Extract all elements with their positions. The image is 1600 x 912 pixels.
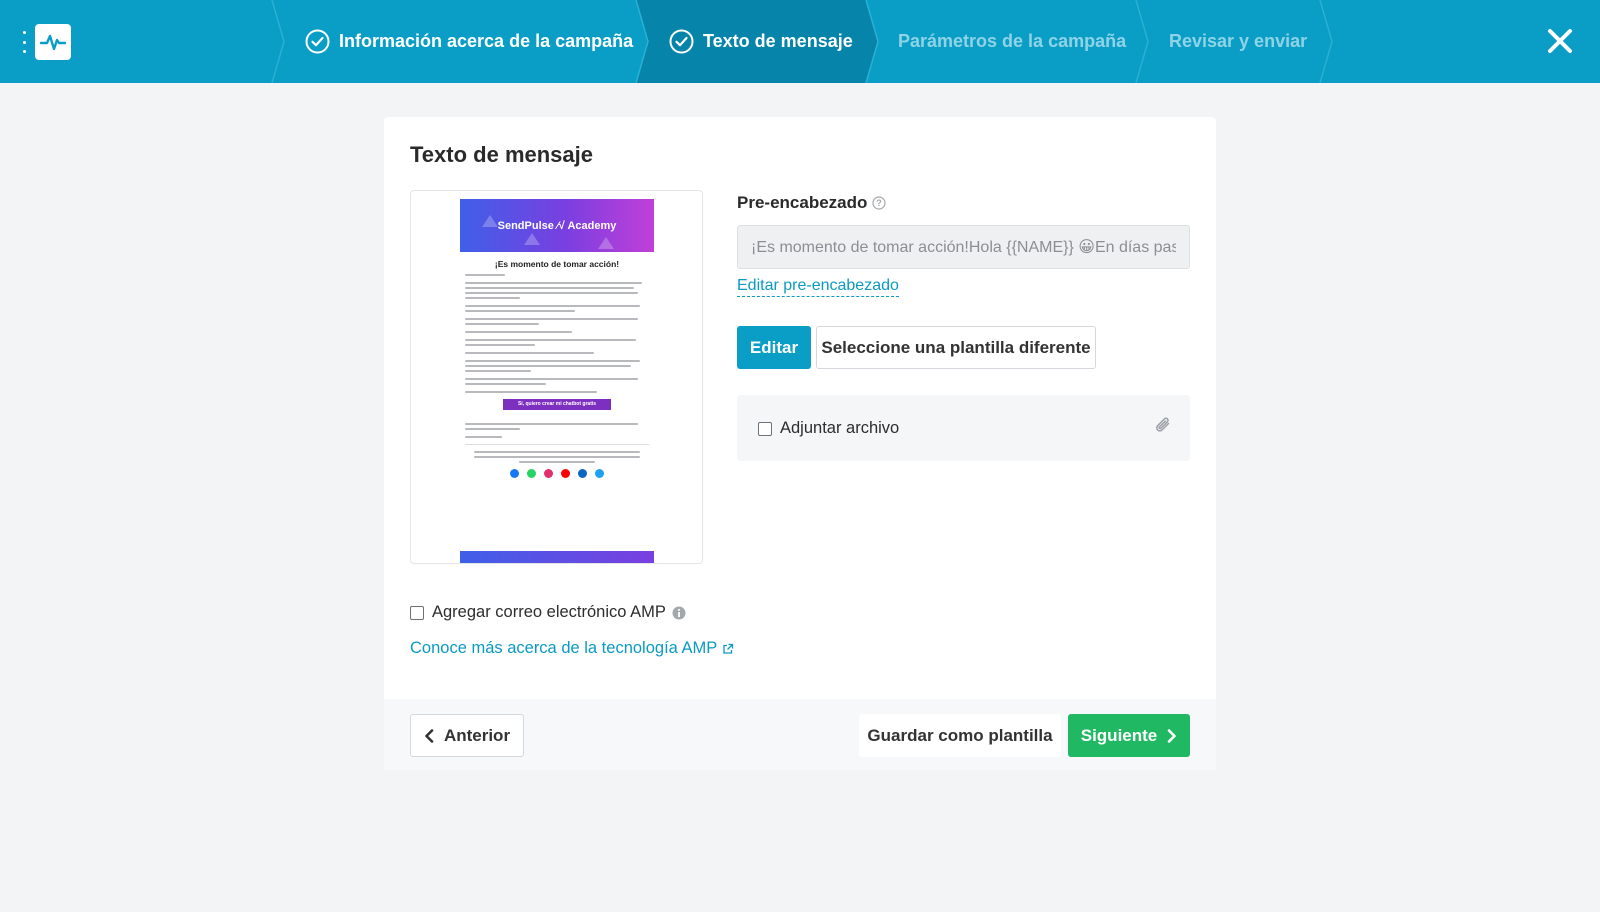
check-circle-icon: [305, 29, 330, 54]
chevron-left-icon: [425, 728, 434, 743]
preview-body-text: [460, 269, 654, 393]
preheader-label-text: Pre-encabezado: [737, 193, 868, 212]
attachment-option[interactable]: Adjuntar archivo: [758, 419, 899, 438]
amp-checkbox[interactable]: [410, 605, 424, 620]
pulse-logo-icon: [40, 34, 66, 51]
step-review-send[interactable]: Revisar y enviar: [1169, 0, 1307, 83]
app-logo[interactable]: [35, 24, 71, 60]
next-button[interactable]: Siguiente: [1068, 714, 1190, 757]
message-card: Texto de mensaje SendPulse ⁄√ Academy ¡E…: [384, 117, 1216, 770]
check-circle-icon: [669, 29, 694, 54]
help-icon[interactable]: ?: [872, 196, 886, 210]
attachment-panel: Adjuntar archivo: [737, 395, 1190, 461]
preview-cta-button: Sí, quiero crear mi chatbot gratis: [503, 399, 611, 410]
amp-option[interactable]: Agregar correo electrónico AMP: [410, 603, 686, 622]
attachment-label: Adjuntar archivo: [780, 419, 900, 437]
previous-button[interactable]: Anterior: [410, 714, 524, 757]
step-label: Parámetros de la campaña: [898, 31, 1127, 51]
youtube-icon: [561, 469, 570, 478]
preview-banner-text: SendPulse ⁄√ Academy: [497, 219, 617, 232]
paperclip-icon[interactable]: [1153, 416, 1173, 436]
next-label: Siguiente: [1080, 725, 1158, 745]
preheader-label: Pre-encabezado ?: [737, 193, 886, 213]
card-footer: Anterior Guardar como plantilla Siguient…: [384, 699, 1216, 770]
preview-banner: SendPulse ⁄√ Academy: [460, 199, 654, 252]
amp-learn-more-link[interactable]: Conoce más acerca de la tecnología AMP: [410, 639, 734, 658]
attachment-checkbox[interactable]: [758, 421, 772, 436]
email-preview[interactable]: SendPulse ⁄√ Academy ¡Es momento de toma…: [410, 190, 703, 564]
edit-button[interactable]: Editar: [737, 326, 811, 369]
step-label: Información acerca de la campaña: [339, 31, 634, 51]
twitter-icon: [595, 469, 604, 478]
facebook-icon: [510, 469, 519, 478]
preview-heading: ¡Es momento de tomar acción!: [494, 259, 620, 269]
edit-preheader-link[interactable]: Editar pre-encabezado: [737, 277, 899, 297]
preview-footer-text: [460, 451, 654, 463]
step-label: Texto de mensaje: [703, 31, 853, 51]
instagram-icon: [544, 469, 553, 478]
preheader-input[interactable]: [737, 225, 1190, 269]
whatsapp-icon: [527, 469, 536, 478]
menu-icon[interactable]: [21, 31, 27, 53]
select-template-button[interactable]: Seleccione una plantilla diferente: [816, 326, 1096, 369]
linkedin-icon: [578, 469, 587, 478]
preview-social-icons: [460, 469, 654, 478]
preview-footer-bar: [460, 551, 654, 563]
step-campaign-info[interactable]: Información acerca de la campaña: [305, 0, 633, 83]
amp-label: Agregar correo electrónico AMP: [432, 603, 666, 621]
wizard-header: Información acerca de la campaña Texto d…: [0, 0, 1600, 83]
previous-label: Anterior: [443, 725, 511, 745]
info-icon[interactable]: [672, 606, 686, 620]
close-icon[interactable]: [1546, 27, 1574, 55]
page-title: Texto de mensaje: [410, 142, 593, 167]
save-template-button[interactable]: Guardar como plantilla: [859, 714, 1061, 757]
chevron-right-icon: [1167, 728, 1177, 743]
preview-closing-text: [460, 418, 654, 438]
svg-text:?: ?: [877, 198, 883, 208]
step-campaign-parameters[interactable]: Parámetros de la campaña: [898, 0, 1126, 83]
amp-link-text: Conoce más acerca de la tecnología AMP: [410, 639, 718, 657]
preview-content: SendPulse ⁄√ Academy ¡Es momento de toma…: [460, 199, 654, 478]
step-message-text[interactable]: Texto de mensaje: [669, 0, 853, 83]
external-link-icon: [723, 643, 734, 654]
step-label: Revisar y enviar: [1169, 31, 1308, 51]
